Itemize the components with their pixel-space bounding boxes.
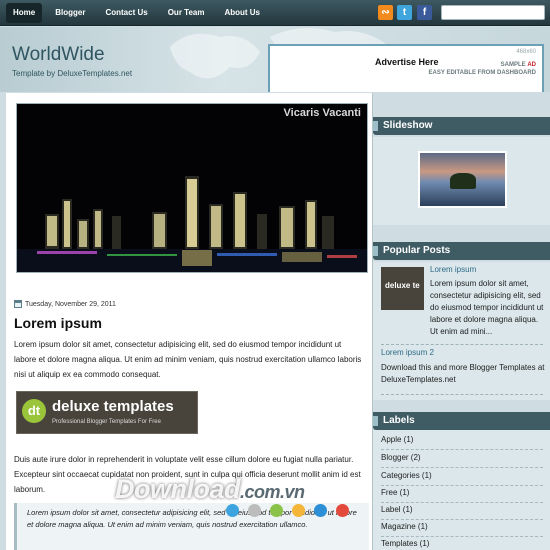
site-subtitle: Template by DeluxeTemplates.net — [12, 69, 133, 78]
slideshow-widget — [373, 137, 550, 225]
label-link-magazine[interactable]: Magazine (1) — [381, 522, 428, 531]
label-link-templates[interactable]: Templates (1) — [381, 539, 429, 548]
label-divider — [381, 467, 543, 468]
watermark-dot — [248, 504, 261, 517]
watermark-dot — [270, 504, 283, 517]
label-divider — [381, 536, 543, 537]
ad-title: Advertise Here — [375, 57, 439, 67]
label-link-apple[interactable]: Apple (1) — [381, 435, 413, 444]
popular-post-thumbnail[interactable]: deluxe te — [381, 267, 424, 310]
rss-icon[interactable]: ∾ — [378, 5, 393, 20]
labels-widget: Apple (1) Blogger (2) Categories (1) Fre… — [373, 430, 550, 550]
facebook-icon[interactable]: f — [417, 5, 432, 20]
popular-posts-widget-title: Popular Posts — [373, 242, 550, 260]
watermark-dot — [292, 504, 305, 517]
site-header: WorldWide Template by DeluxeTemplates.ne… — [0, 27, 550, 92]
watermark-dots — [226, 504, 358, 517]
slideshow-widget-title: Slideshow — [373, 117, 550, 135]
nav-item-about-us[interactable]: About Us — [217, 3, 267, 23]
nav-item-contact-us[interactable]: Contact Us — [98, 3, 154, 23]
watermark-dot — [336, 504, 349, 517]
banner-name: deluxe templates — [52, 398, 174, 415]
island-shape — [450, 173, 476, 189]
label-link-free[interactable]: Free (1) — [381, 488, 409, 497]
popular-post-snippet: Download this and more Blogger Templates… — [381, 363, 545, 384]
city-skyline-photo — [17, 104, 367, 272]
label-divider — [381, 449, 543, 450]
watermark-dot — [314, 504, 327, 517]
ad-size: 468x60 — [516, 49, 536, 55]
popular-posts-widget: deluxe te Lorem ipsum Lorem ipsum dolor … — [373, 262, 550, 400]
popular-post-snippet: Lorem ipsum dolor sit amet, consectetur … — [430, 279, 544, 336]
slideshow-thumbnail[interactable] — [418, 151, 507, 208]
labels-widget-title: Labels — [373, 412, 550, 430]
ad-note: EASY EDITABLE FROM DASHBOARD — [428, 70, 536, 76]
nav-item-our-team[interactable]: Our Team — [161, 3, 212, 23]
label-divider — [381, 519, 543, 520]
main-nav: Home Blogger Contact Us Our Team About U… — [6, 3, 273, 23]
popular-post-title[interactable]: Lorem ipsum — [430, 265, 476, 274]
divider — [381, 394, 543, 395]
label-link-categories[interactable]: Categories (1) — [381, 471, 432, 480]
ad-sample-text: SAMPLE — [500, 62, 526, 68]
popular-post-title[interactable]: Lorem ipsum 2 — [381, 348, 434, 357]
ad-sample: SAMPLE AD — [501, 62, 536, 68]
twitter-icon[interactable]: t — [397, 5, 412, 20]
watermark-dot — [226, 504, 239, 517]
top-nav-bar: Home Blogger Contact Us Our Team About U… — [0, 0, 550, 26]
label-divider — [381, 502, 543, 503]
post-title[interactable]: Lorem ipsum — [14, 315, 102, 331]
search-input[interactable] — [441, 5, 545, 20]
divider — [381, 344, 543, 345]
banner-tagline: Professional Blogger Templates For Free — [52, 419, 161, 425]
label-link-label[interactable]: Label (1) — [381, 505, 413, 514]
slide-caption: Vicaris Vacanti — [283, 107, 361, 119]
deluxe-templates-banner[interactable]: dt deluxe templates Professional Blogger… — [16, 391, 198, 434]
label-link-blogger[interactable]: Blogger (2) — [381, 453, 421, 462]
site-title[interactable]: WorldWide — [12, 44, 105, 66]
featured-slide-image[interactable]: Vicaris Vacanti — [16, 103, 368, 273]
watermark-suffix: .com.vn — [240, 482, 305, 502]
calendar-icon — [14, 300, 22, 308]
nav-item-home[interactable]: Home — [6, 3, 43, 23]
nav-item-blogger[interactable]: Blogger — [48, 3, 92, 23]
post-date: Tuesday, November 29, 2011 — [14, 300, 116, 308]
advertisement-banner[interactable]: Advertise Here 468x60 SAMPLE AD EASY EDI… — [268, 44, 544, 92]
download-watermark: Download.com.vn — [115, 474, 305, 505]
post-date-text: Tuesday, November 29, 2011 — [25, 300, 116, 308]
label-divider — [381, 485, 543, 486]
thumb-text: deluxe te — [385, 281, 420, 290]
post-paragraph-1: Lorem ipsum dolor sit amet, consectetur … — [14, 340, 362, 379]
watermark-text: Download — [115, 474, 241, 504]
ad-sample-accent: AD — [527, 62, 536, 68]
deluxe-templates-logo: dt — [22, 399, 46, 423]
